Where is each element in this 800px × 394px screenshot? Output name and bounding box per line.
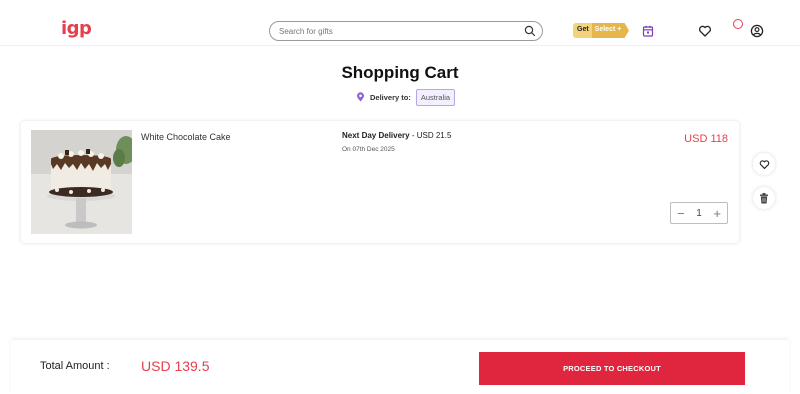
heart-icon[interactable]	[698, 24, 712, 38]
move-to-wishlist-button[interactable]	[753, 153, 775, 175]
checkout-footer: Total Amount : USD 139.5 PROCEED TO CHEC…	[11, 340, 789, 394]
notification-icon[interactable]	[733, 19, 743, 29]
item-price: USD 118	[684, 133, 728, 145]
delivery-location: Delivery to: Australia	[356, 88, 456, 106]
logo[interactable]: igp	[61, 18, 92, 39]
select-badge-get: Get	[573, 23, 592, 38]
heart-icon	[759, 159, 769, 169]
user-icon[interactable]	[750, 24, 764, 38]
cart-item-card: White Chocolate Cake Next Day Delivery -…	[21, 121, 739, 243]
delivery-country-selector[interactable]: Australia	[415, 88, 456, 106]
select-membership-badge[interactable]: Get Select +	[573, 23, 629, 38]
calendar-icon[interactable]	[641, 24, 655, 38]
header: igp Get Select +	[0, 0, 800, 46]
trash-icon	[760, 192, 768, 203]
product-name[interactable]: White Chocolate Cake	[141, 132, 231, 142]
quantity-stepper: − 1 +	[670, 202, 728, 224]
page-title: Shopping Cart	[341, 63, 459, 82]
search-icon[interactable]	[524, 25, 536, 37]
search-input[interactable]	[279, 25, 519, 38]
decrease-quantity-button[interactable]: −	[677, 207, 685, 220]
delivery-fee: - USD 21.5	[409, 131, 452, 140]
delivery-label: Delivery to:	[370, 92, 411, 102]
increase-quantity-button[interactable]: +	[713, 207, 721, 220]
white-chocolate-cake-image	[31, 130, 132, 234]
delivery-date: On 07th Dec 2025	[342, 146, 395, 153]
total-amount-label: Total Amount :	[40, 360, 110, 372]
delivery-type-name: Next Day Delivery	[342, 131, 410, 140]
total-amount-value: USD 139.5	[141, 358, 210, 374]
remove-item-button[interactable]	[753, 187, 775, 209]
location-pin-icon	[357, 92, 364, 102]
search-bar[interactable]	[269, 21, 543, 41]
select-badge-word: Select +	[591, 23, 629, 38]
delivery-type: Next Day Delivery - USD 21.5	[342, 131, 451, 140]
quantity-value: 1	[696, 207, 702, 219]
proceed-to-checkout-button[interactable]: PROCEED TO CHECKOUT	[479, 352, 745, 385]
product-image[interactable]	[31, 130, 132, 234]
